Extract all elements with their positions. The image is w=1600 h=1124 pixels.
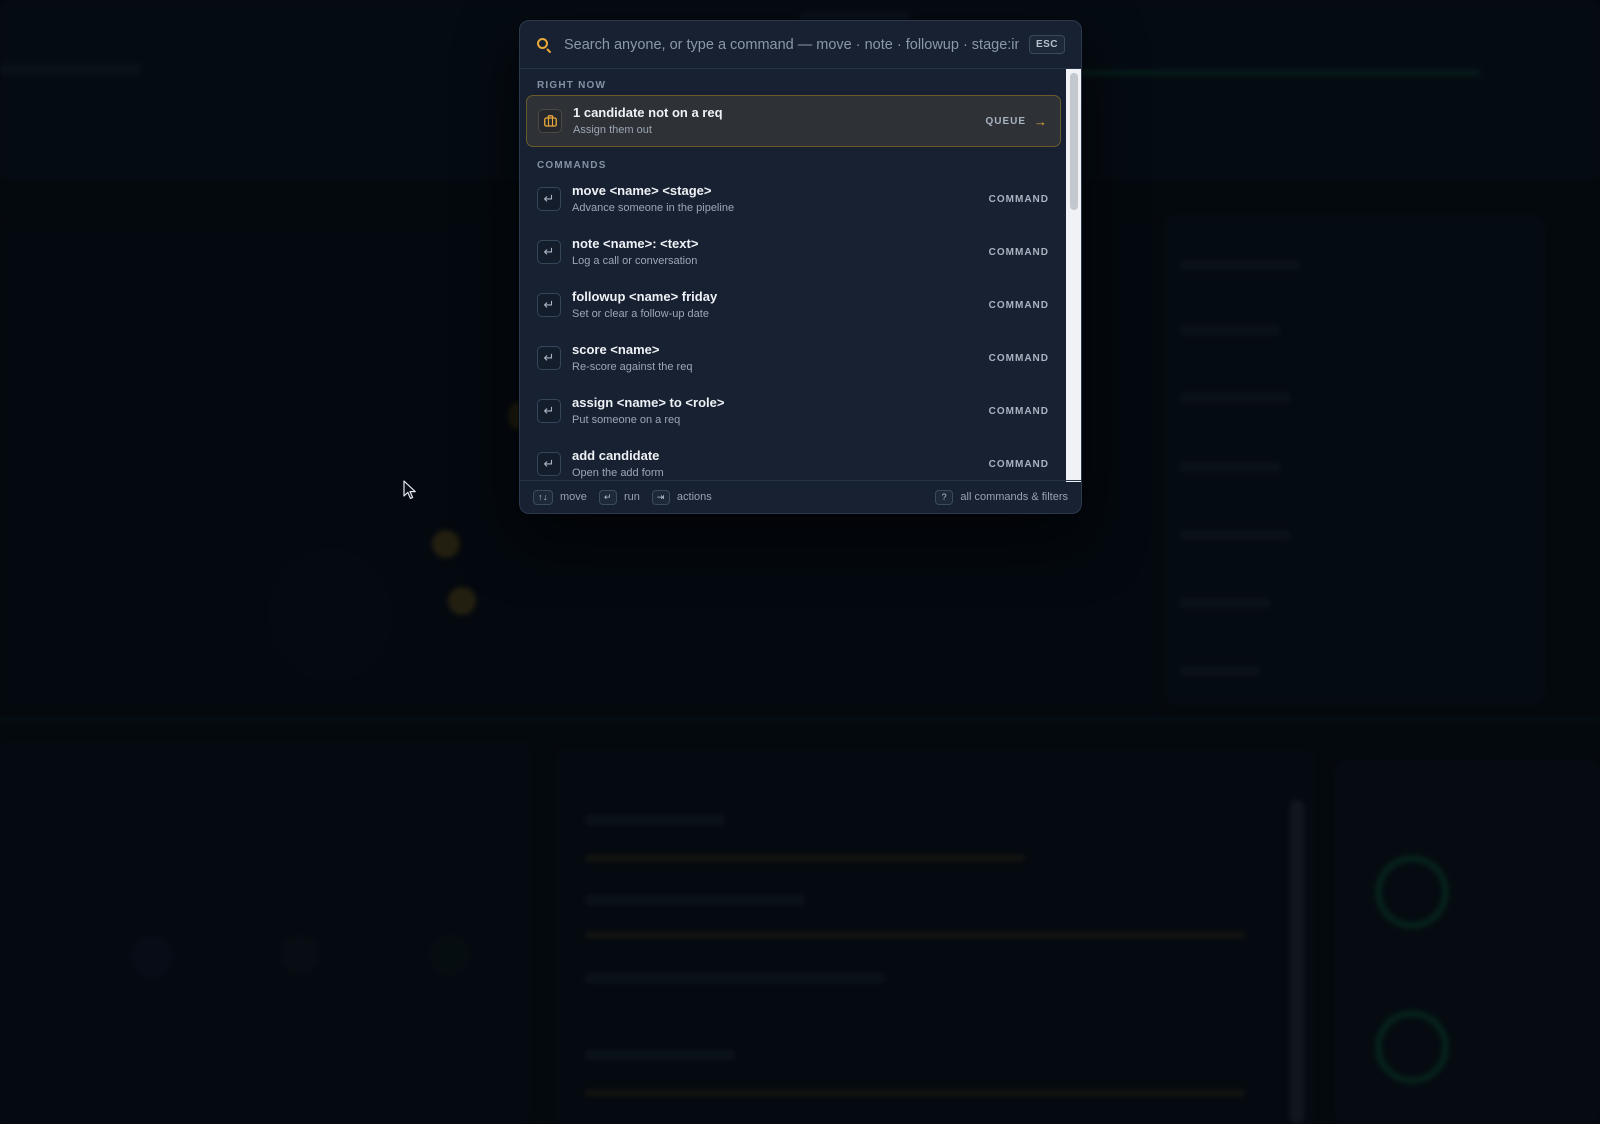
search-bar: ESC bbox=[520, 21, 1081, 69]
hint-move: ↑↓ move bbox=[533, 489, 587, 505]
command-tag: COMMAND bbox=[988, 193, 1049, 205]
scrollbar-thumb[interactable] bbox=[1070, 73, 1078, 210]
enter-icon: ↵ bbox=[537, 293, 561, 317]
right-now-item-subtitle: Assign them out bbox=[573, 124, 652, 136]
command-subtitle: Re-score against the req bbox=[572, 361, 693, 373]
section-label-right-now: RIGHT NOW bbox=[537, 80, 607, 91]
right-now-item-text: 1 candidate not on a req Assign them out bbox=[573, 104, 985, 138]
enter-icon: ↵ bbox=[537, 452, 561, 476]
command-item-note[interactable]: ↵ note <name>: <text> Log a call or conv… bbox=[526, 226, 1061, 278]
command-item-score[interactable]: ↵ score <name> Re-score against the req … bbox=[526, 332, 1061, 384]
command-item-text: assign <name> to <role> Put someone on a… bbox=[572, 394, 989, 428]
queue-tag: QUEUE → bbox=[985, 114, 1048, 129]
command-subtitle: Advance someone in the pipeline bbox=[572, 202, 735, 214]
right-now-item[interactable]: 1 candidate not on a req Assign them out… bbox=[526, 95, 1061, 147]
command-title: add candidate bbox=[572, 448, 660, 463]
command-item-text: followup <name> friday Set or clear a fo… bbox=[572, 288, 989, 322]
enter-icon: ↵ bbox=[537, 187, 561, 211]
search-icon bbox=[536, 37, 552, 53]
command-subtitle: Open the add form bbox=[572, 467, 664, 479]
tab-key-badge: ⇥ bbox=[651, 489, 670, 505]
command-palette: ESC RIGHT NOW 1 candidate not on a req A… bbox=[519, 20, 1082, 514]
queue-tag-label: QUEUE bbox=[985, 115, 1026, 127]
mouse-cursor-icon bbox=[403, 480, 416, 499]
right-now-item-title: 1 candidate not on a req bbox=[573, 105, 723, 120]
command-item-text: move <name> <stage> Advance someone in t… bbox=[572, 182, 989, 216]
hint-help-label: all commands & filters bbox=[960, 491, 1068, 503]
command-item-move[interactable]: ↵ move <name> <stage> Advance someone in… bbox=[526, 173, 1061, 225]
command-item-text: note <name>: <text> Log a call or conver… bbox=[572, 235, 989, 269]
command-tag: COMMAND bbox=[988, 352, 1049, 364]
hint-run-label: run bbox=[623, 491, 640, 503]
enter-icon: ↵ bbox=[537, 346, 561, 370]
command-title: move <name> <stage> bbox=[572, 183, 712, 198]
hint-run: ↵ run bbox=[598, 489, 640, 505]
command-tag: COMMAND bbox=[988, 299, 1049, 311]
command-title: note <name>: <text> bbox=[572, 236, 699, 251]
hint-help[interactable]: ? all commands & filters bbox=[935, 489, 1068, 505]
command-search-input[interactable] bbox=[564, 36, 1019, 53]
esc-key-badge[interactable]: ESC bbox=[1028, 35, 1065, 54]
command-subtitle: Set or clear a follow-up date bbox=[572, 308, 709, 320]
command-tag: COMMAND bbox=[988, 405, 1049, 417]
command-title: assign <name> to <role> bbox=[572, 395, 725, 410]
hint-move-label: move bbox=[560, 491, 587, 503]
results-list: RIGHT NOW 1 candidate not on a req Assig… bbox=[520, 69, 1065, 482]
hint-actions: ⇥ actions bbox=[651, 489, 712, 505]
command-item-text: add candidate Open the add form bbox=[572, 447, 989, 481]
palette-footer: ↑↓ move ↵ run ⇥ actions ? all commands &… bbox=[520, 480, 1081, 513]
arrow-right-icon: → bbox=[1034, 113, 1048, 129]
briefcase-icon bbox=[538, 109, 562, 133]
enter-icon: ↵ bbox=[537, 399, 561, 423]
command-subtitle: Log a call or conversation bbox=[572, 255, 698, 267]
command-subtitle: Put someone on a req bbox=[572, 414, 681, 426]
results-scrollbar[interactable] bbox=[1066, 69, 1081, 482]
command-item-assign[interactable]: ↵ assign <name> to <role> Put someone on… bbox=[526, 385, 1061, 437]
help-key-badge: ? bbox=[935, 489, 954, 505]
command-tag: COMMAND bbox=[988, 246, 1049, 258]
command-item-text: score <name> Re-score against the req bbox=[572, 341, 989, 375]
section-label-commands: COMMANDS bbox=[537, 160, 607, 171]
hint-actions-label: actions bbox=[676, 491, 712, 503]
command-title: followup <name> friday bbox=[572, 289, 718, 304]
enter-key-badge: ↵ bbox=[598, 489, 617, 505]
command-item-followup[interactable]: ↵ followup <name> friday Set or clear a … bbox=[526, 279, 1061, 331]
enter-icon: ↵ bbox=[537, 240, 561, 264]
command-title: score <name> bbox=[572, 342, 660, 357]
arrow-keys-badge: ↑↓ bbox=[533, 489, 553, 505]
command-tag: COMMAND bbox=[988, 458, 1049, 470]
command-item-add-candidate[interactable]: ↵ add candidate Open the add form COMMAN… bbox=[526, 438, 1061, 482]
